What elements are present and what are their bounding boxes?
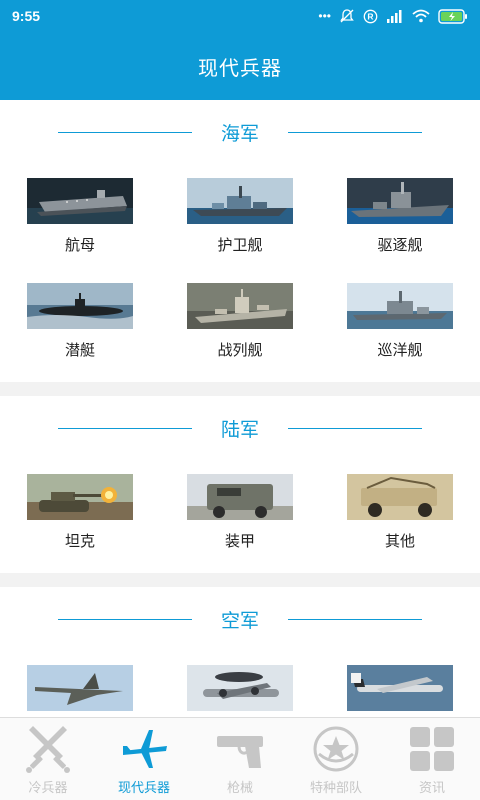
tab-label: 枪械 (226, 779, 253, 795)
tab-label: 资讯 (418, 779, 445, 795)
section-header: 海军 (0, 100, 480, 164)
bottom-tab-bar: 冷兵器 现代兵器 枪械 特种部队 资讯 (0, 717, 480, 800)
other-vehicle-icon (347, 474, 453, 520)
more-dots-icon: ••• (318, 9, 331, 23)
divider-line (58, 427, 192, 429)
divider-line (288, 618, 422, 620)
cruiser-icon (347, 283, 453, 329)
armored-vehicle-icon (187, 474, 293, 520)
weapon-item-cruiser[interactable]: 巡洋舰 (320, 269, 480, 374)
divider-line (58, 618, 192, 620)
battery-icon (438, 8, 468, 24)
aircraft-carrier-icon (27, 178, 133, 224)
tab-label: 冷兵器 (28, 779, 68, 795)
weapon-item-frigate[interactable]: 护卫舰 (160, 164, 320, 269)
weapon-item-label: 装甲 (224, 533, 255, 550)
weapon-item-carrier[interactable]: 航母 (0, 164, 160, 269)
section-header: 陆军 (0, 396, 480, 460)
awacs-plane-icon (187, 665, 293, 711)
section-army: 陆军 坦克 装甲 其他 (0, 396, 480, 573)
grid-icon (406, 723, 458, 775)
section-title: 陆军 (220, 419, 259, 441)
tab-label: 特种部队 (309, 779, 362, 795)
weapon-item-other[interactable]: 其他 (320, 460, 480, 565)
tank-icon (27, 474, 133, 520)
weapon-item-submarine[interactable]: 潜艇 (0, 269, 160, 374)
weapon-item-label: 航母 (64, 237, 95, 254)
star-badge-icon (310, 723, 362, 775)
section-navy: 海军 航母 护卫舰 驱逐舰 潜艇 战列舰 巡洋舰 (0, 100, 480, 382)
tab-modern-weapons[interactable]: 现代兵器 (96, 718, 192, 800)
airplane-icon (118, 723, 170, 775)
tab-cold-weapons[interactable]: 冷兵器 (0, 718, 96, 800)
divider-line (58, 131, 192, 133)
section-title: 空军 (220, 610, 259, 632)
weapon-item-tank[interactable]: 坦克 (0, 460, 160, 565)
destroyer-icon (347, 178, 453, 224)
tab-label: 现代兵器 (117, 779, 170, 795)
status-time: 9:55 (12, 8, 41, 24)
svg-text:R: R (367, 11, 373, 21)
frigate-icon (187, 178, 293, 224)
section-title: 海军 (220, 123, 259, 145)
tab-firearms[interactable]: 枪械 (192, 718, 288, 800)
pistol-icon (214, 723, 266, 775)
weapon-item-label: 巡洋舰 (377, 342, 423, 359)
tab-news[interactable]: 资讯 (384, 718, 480, 800)
weapon-item-fighter[interactable] (0, 651, 160, 717)
bell-muted-icon (339, 8, 355, 24)
weapon-item-awacs[interactable] (160, 651, 320, 717)
weapon-item-armored[interactable]: 装甲 (160, 460, 320, 565)
weapon-item-label: 驱逐舰 (377, 237, 423, 254)
divider-line (288, 131, 422, 133)
weapon-grid: 航母 护卫舰 驱逐舰 潜艇 战列舰 巡洋舰 (0, 164, 480, 382)
section-header: 空军 (0, 587, 480, 651)
section-gap (0, 573, 480, 587)
weapon-grid (0, 651, 480, 717)
section-gap (0, 382, 480, 396)
battleship-icon (187, 283, 293, 329)
registered-icon: R (363, 9, 378, 24)
fighter-jet-icon (27, 665, 133, 711)
weapon-item-label: 其他 (384, 533, 415, 550)
weapon-grid: 坦克 装甲 其他 (0, 460, 480, 573)
weapon-item-label: 护卫舰 (217, 237, 263, 254)
weapon-item-label: 战列舰 (217, 342, 263, 359)
page-title: 现代兵器 (198, 57, 282, 80)
submarine-icon (27, 283, 133, 329)
weapon-item-battleship[interactable]: 战列舰 (160, 269, 320, 374)
signal-icon (386, 9, 404, 23)
section-airforce: 空军 (0, 587, 480, 717)
wifi-icon (412, 9, 430, 23)
status-icons: ••• R (318, 8, 468, 24)
tab-special-forces[interactable]: 特种部队 (288, 718, 384, 800)
divider-line (288, 427, 422, 429)
bomber-icon (347, 665, 453, 711)
weapon-item-bomber[interactable] (320, 651, 480, 717)
weapon-item-label: 潜艇 (64, 342, 95, 359)
app-bar: 现代兵器 (0, 32, 480, 100)
status-bar: 9:55 ••• R (0, 0, 480, 32)
crossed-swords-icon (22, 723, 74, 775)
weapon-item-label: 坦克 (64, 533, 95, 550)
weapon-item-destroyer[interactable]: 驱逐舰 (320, 164, 480, 269)
main-content[interactable]: 海军 航母 护卫舰 驱逐舰 潜艇 战列舰 巡洋舰 陆军 坦克 装甲 其他 空军 (0, 100, 480, 717)
